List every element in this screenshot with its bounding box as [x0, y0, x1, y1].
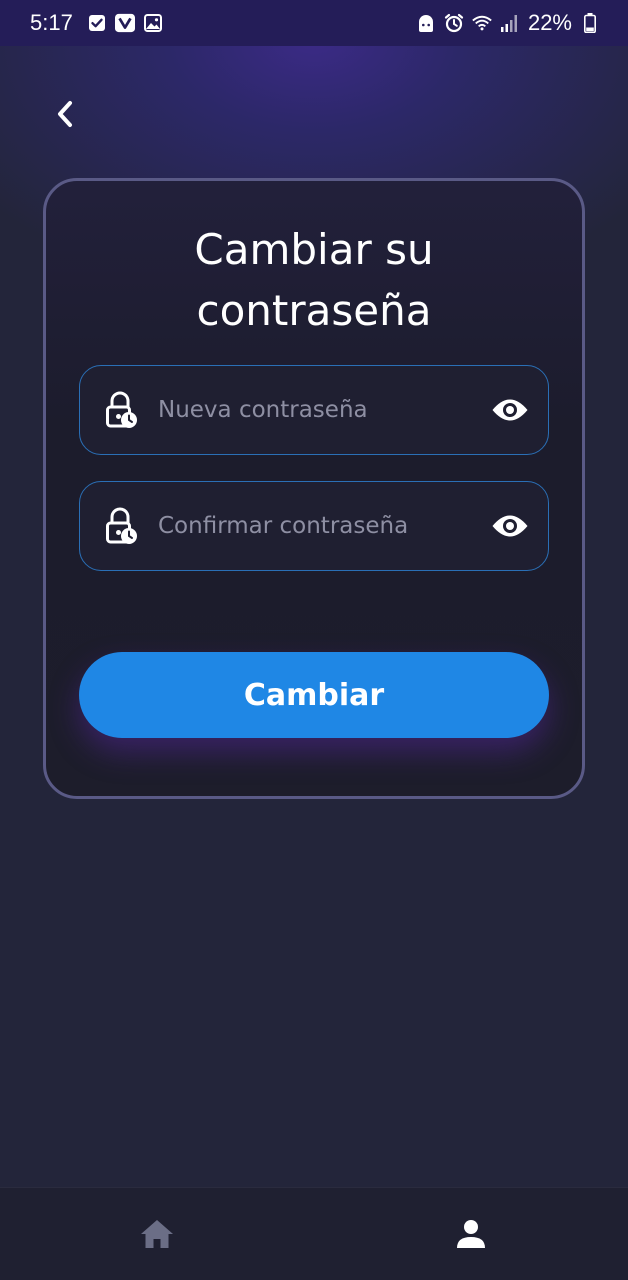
status-bar: 5:17 22%: [0, 0, 628, 46]
wifi-icon: [472, 13, 492, 33]
image-icon: [143, 13, 163, 33]
confirm-password-input[interactable]: [158, 513, 490, 539]
new-password-input[interactable]: [158, 397, 490, 423]
signal-icon: [500, 13, 520, 33]
home-icon: [141, 1220, 173, 1248]
lock-clock-icon: [104, 506, 138, 546]
back-button[interactable]: [44, 92, 88, 136]
battery-icon: [580, 13, 600, 33]
status-left: 5:17: [30, 10, 163, 36]
confirm-password-field[interactable]: [79, 481, 549, 571]
check-box-icon: [87, 13, 107, 33]
nav-home[interactable]: [135, 1212, 179, 1256]
status-right: 22%: [416, 10, 600, 36]
lock-clock-icon: [104, 390, 138, 430]
chevron-left-icon: [58, 101, 72, 127]
page-title: Cambiar su contraseña: [194, 225, 434, 335]
new-password-field[interactable]: [79, 365, 549, 455]
v-app-icon: [114, 13, 135, 33]
bottom-nav: [0, 1187, 628, 1280]
person-icon: [457, 1220, 485, 1248]
change-password-button[interactable]: Cambiar: [79, 652, 549, 738]
alarm-icon: [444, 13, 464, 33]
nav-profile[interactable]: [449, 1212, 493, 1256]
change-password-card: Cambiar su contraseña Cambiar: [43, 178, 585, 799]
status-time: 5:17: [30, 10, 73, 35]
eye-icon[interactable]: [490, 390, 530, 430]
battery-percent: 22%: [527, 10, 572, 35]
eye-icon[interactable]: [490, 506, 530, 546]
android-icon: [416, 13, 436, 33]
